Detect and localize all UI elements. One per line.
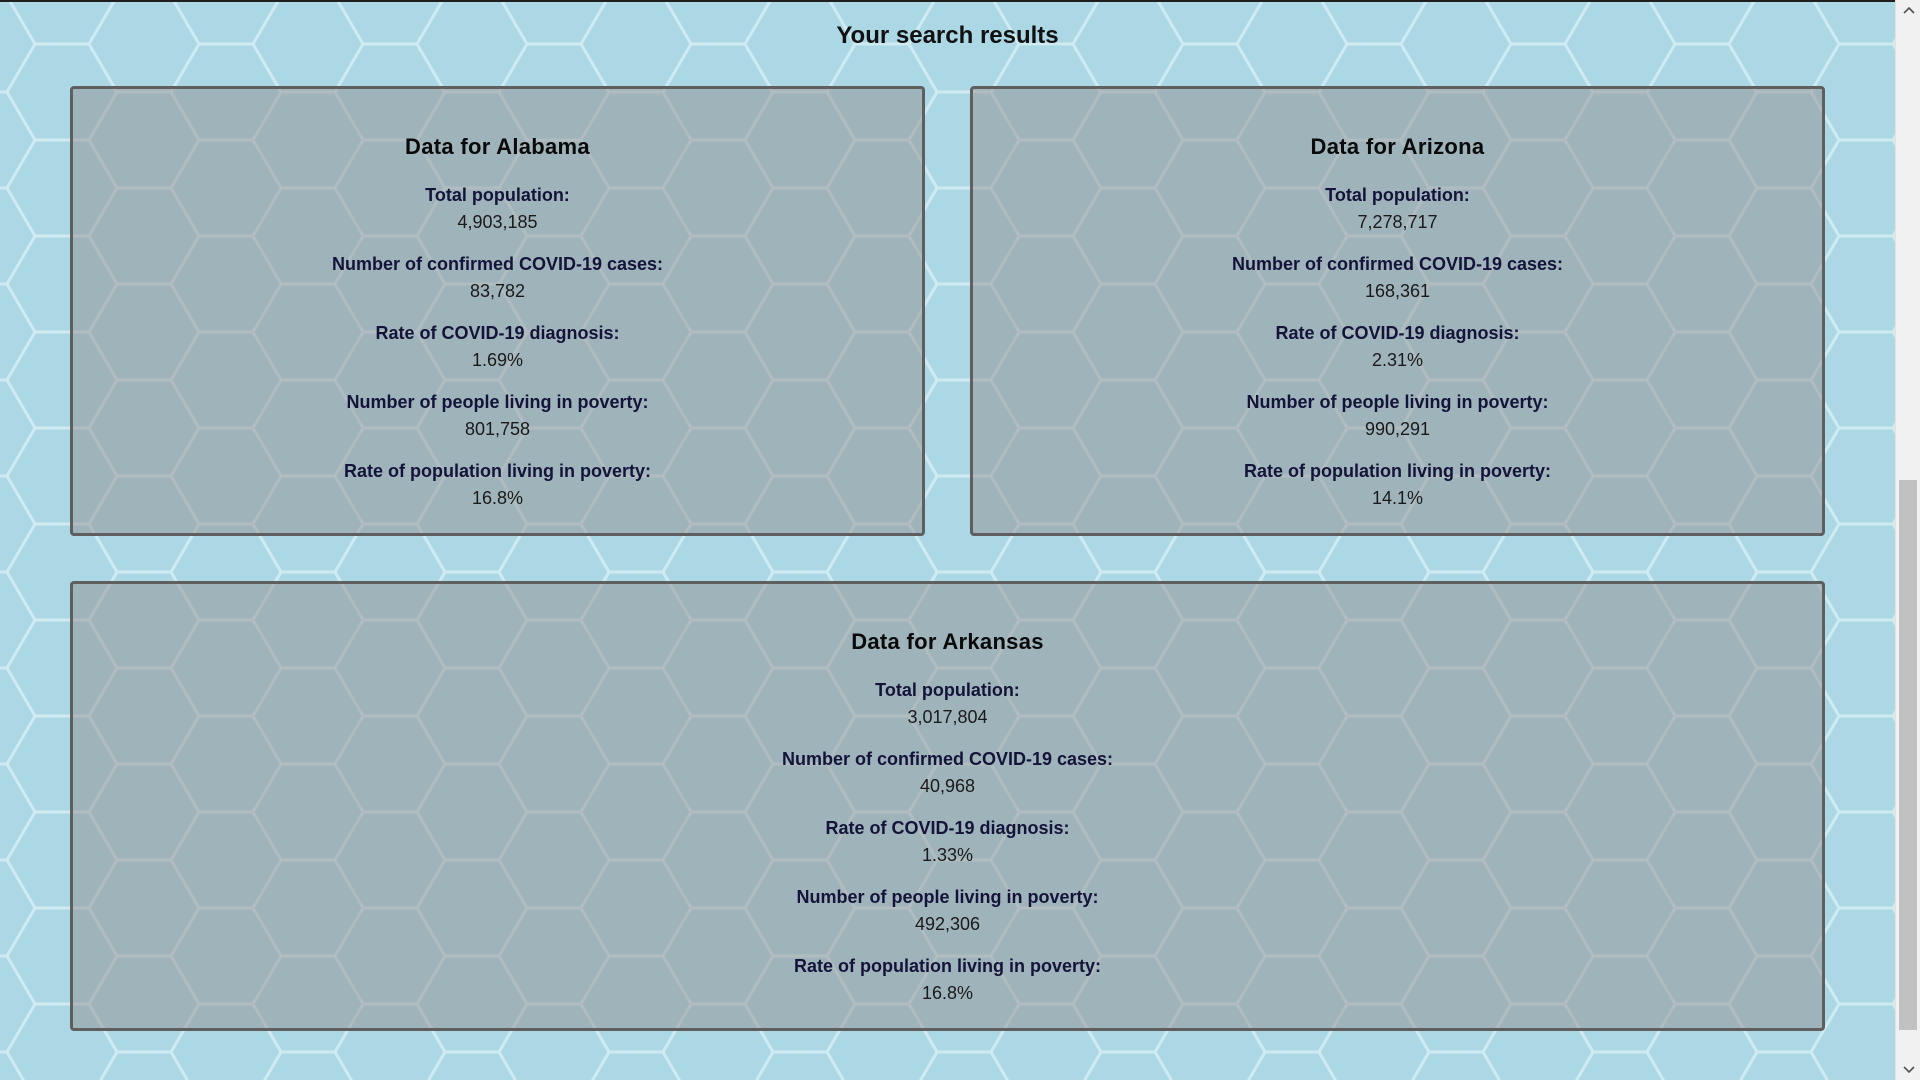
card-title: Data for Arizona [1310, 134, 1485, 159]
chevron-up-icon[interactable] [1896, 0, 1920, 20]
stat-poverty-rate: Rate of population living in poverty: 16… [73, 458, 922, 512]
stat-poverty-count: Number of people living in poverty: 990,… [973, 389, 1822, 443]
stat-label: Total population: [875, 680, 1020, 700]
state-card-arizona: Data for Arizona Total population: 7,278… [970, 86, 1825, 536]
stat-label: Rate of population living in poverty: [343, 461, 651, 481]
chevron-down-icon[interactable] [1896, 1060, 1920, 1080]
stat-list: Total population: 7,278,717 Number of co… [973, 182, 1822, 512]
stat-diagnosis-rate: Rate of COVID-19 diagnosis: 1.69% [73, 320, 922, 374]
stat-label: Total population: [425, 185, 570, 205]
stat-total-population: Total population: 4,903,185 [73, 182, 922, 236]
stat-value: 4,903,185 [457, 212, 538, 232]
stat-label: Number of people living in poverty: [346, 392, 649, 412]
page-content: Your search results Data for Alabama Tot… [0, 0, 1895, 1080]
stat-total-population: Total population: 3,017,804 [73, 677, 1822, 731]
stat-confirmed-cases: Number of confirmed COVID-19 cases: 168,… [973, 251, 1822, 305]
stat-label: Rate of population living in poverty: [1243, 461, 1551, 481]
stat-label: Number of confirmed COVID-19 cases: [1231, 254, 1564, 274]
stat-poverty-count: Number of people living in poverty: 801,… [73, 389, 922, 443]
stat-label: Rate of COVID-19 diagnosis: [375, 323, 620, 343]
results-title: Your search results [836, 22, 1059, 49]
stat-label: Number of people living in poverty: [796, 887, 1099, 907]
stat-label: Rate of COVID-19 diagnosis: [825, 818, 1070, 838]
stat-label: Number of confirmed COVID-19 cases: [331, 254, 664, 274]
stat-value: 1.69% [471, 350, 524, 370]
stat-value: 40,968 [919, 776, 976, 796]
state-card-alabama: Data for Alabama Total population: 4,903… [70, 86, 925, 536]
stat-label: Rate of population living in poverty: [793, 956, 1101, 976]
scrollbar-thumb[interactable] [1899, 480, 1917, 1030]
stat-confirmed-cases: Number of confirmed COVID-19 cases: 83,7… [73, 251, 922, 305]
stat-value: 168,361 [1364, 281, 1431, 301]
stat-value: 492,306 [914, 914, 981, 934]
stat-value: 3,017,804 [907, 707, 988, 727]
stat-diagnosis-rate: Rate of COVID-19 diagnosis: 1.33% [73, 815, 1822, 869]
stat-list: Total population: 4,903,185 Number of co… [73, 182, 922, 512]
stat-label: Number of confirmed COVID-19 cases: [781, 749, 1114, 769]
stat-value: 14.1% [1371, 488, 1424, 508]
stat-value: 16.8% [471, 488, 524, 508]
stat-list: Total population: 3,017,804 Number of co… [73, 677, 1822, 1007]
stat-poverty-rate: Rate of population living in poverty: 14… [973, 458, 1822, 512]
card-title: Data for Alabama [405, 134, 590, 159]
stat-value: 2.31% [1371, 350, 1424, 370]
vertical-scrollbar[interactable] [1895, 0, 1920, 1080]
card-title: Data for Arkansas [851, 629, 1044, 654]
stat-value: 16.8% [921, 983, 974, 1003]
stat-value: 83,782 [469, 281, 526, 301]
stat-diagnosis-rate: Rate of COVID-19 diagnosis: 2.31% [973, 320, 1822, 374]
stat-value: 990,291 [1364, 419, 1431, 439]
stat-value: 801,758 [464, 419, 531, 439]
stat-poverty-count: Number of people living in poverty: 492,… [73, 884, 1822, 938]
state-card-arkansas: Data for Arkansas Total population: 3,01… [70, 581, 1825, 1031]
stat-confirmed-cases: Number of confirmed COVID-19 cases: 40,9… [73, 746, 1822, 800]
stat-value: 7,278,717 [1357, 212, 1438, 232]
stat-label: Rate of COVID-19 diagnosis: [1275, 323, 1520, 343]
stat-label: Number of people living in poverty: [1246, 392, 1549, 412]
stat-poverty-rate: Rate of population living in poverty: 16… [73, 953, 1822, 1007]
stat-label: Total population: [1325, 185, 1470, 205]
stat-value: 1.33% [921, 845, 974, 865]
stat-total-population: Total population: 7,278,717 [973, 182, 1822, 236]
